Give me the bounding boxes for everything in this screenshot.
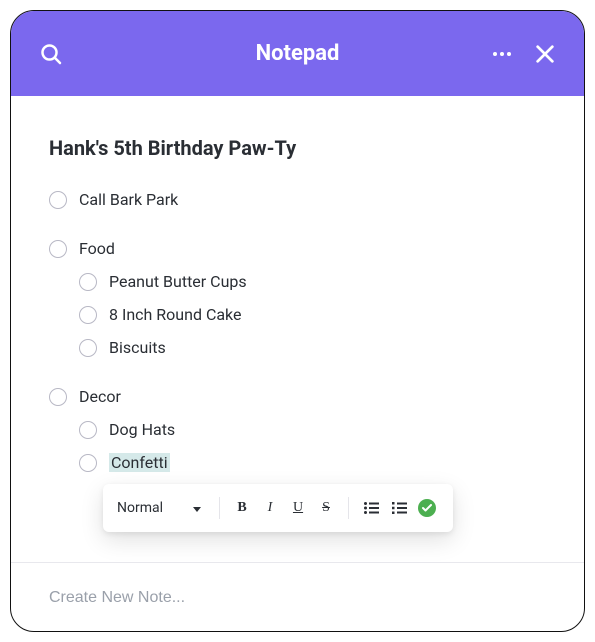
text-style-select[interactable]: Normal xyxy=(117,500,209,516)
numbered-list-button[interactable] xyxy=(387,496,411,520)
close-icon[interactable] xyxy=(534,43,556,65)
app-title: Notepad xyxy=(119,41,476,66)
item-label: Call Bark Park xyxy=(79,190,178,209)
checkbox[interactable] xyxy=(79,273,97,291)
underline-button[interactable]: U xyxy=(286,496,310,520)
header-bar: Notepad xyxy=(11,11,584,96)
style-label: Normal xyxy=(117,500,163,516)
item-label: Decor xyxy=(79,387,121,406)
note-title[interactable]: Hank's 5th Birthday Paw-Ty xyxy=(49,136,546,160)
divider xyxy=(219,497,220,519)
item-label: Dog Hats xyxy=(109,420,175,439)
more-icon[interactable] xyxy=(490,42,514,66)
format-toolbar: Normal B I U S xyxy=(103,484,453,532)
item-label: 8 Inch Round Cake xyxy=(109,305,242,324)
list-item[interactable]: 8 Inch Round Cake xyxy=(79,305,546,324)
item-label-selected: Confetti xyxy=(109,453,170,472)
bullet-list-button[interactable] xyxy=(359,496,383,520)
checkbox[interactable] xyxy=(49,191,67,209)
list-item[interactable]: Biscuits xyxy=(79,338,546,357)
checkbox[interactable] xyxy=(49,240,67,258)
list-item[interactable]: Peanut Butter Cups xyxy=(79,272,546,291)
note-content: Hank's 5th Birthday Paw-Ty Call Bark Par… xyxy=(11,96,584,562)
list-item[interactable]: Dog Hats xyxy=(79,420,546,439)
new-note-input[interactable] xyxy=(49,589,546,607)
footer xyxy=(11,562,584,631)
list-item[interactable]: Call Bark Park xyxy=(49,190,546,209)
checkbox[interactable] xyxy=(49,388,67,406)
list-item[interactable]: Food xyxy=(49,239,546,258)
checkbox[interactable] xyxy=(79,306,97,324)
item-label: Food xyxy=(79,239,115,258)
item-label: Peanut Butter Cups xyxy=(109,272,247,291)
checkbox[interactable] xyxy=(79,454,97,472)
checkbox[interactable] xyxy=(79,339,97,357)
list-item[interactable]: Confetti xyxy=(79,453,546,472)
checklist: Call Bark Park Food Peanut Butter Cups 8… xyxy=(49,190,546,472)
check-circle-icon xyxy=(418,499,436,517)
checkbox[interactable] xyxy=(79,421,97,439)
item-label: Biscuits xyxy=(109,338,166,357)
chevron-down-icon xyxy=(193,500,201,516)
notepad-window: Notepad Hank's 5th Birthday Paw-Ty xyxy=(10,10,585,632)
bold-button[interactable]: B xyxy=(230,496,254,520)
list-item[interactable]: Decor xyxy=(49,387,546,406)
confirm-button[interactable] xyxy=(415,496,439,520)
strikethrough-button[interactable]: S xyxy=(314,496,338,520)
search-icon[interactable] xyxy=(39,42,63,66)
italic-button[interactable]: I xyxy=(258,496,282,520)
divider xyxy=(348,497,349,519)
